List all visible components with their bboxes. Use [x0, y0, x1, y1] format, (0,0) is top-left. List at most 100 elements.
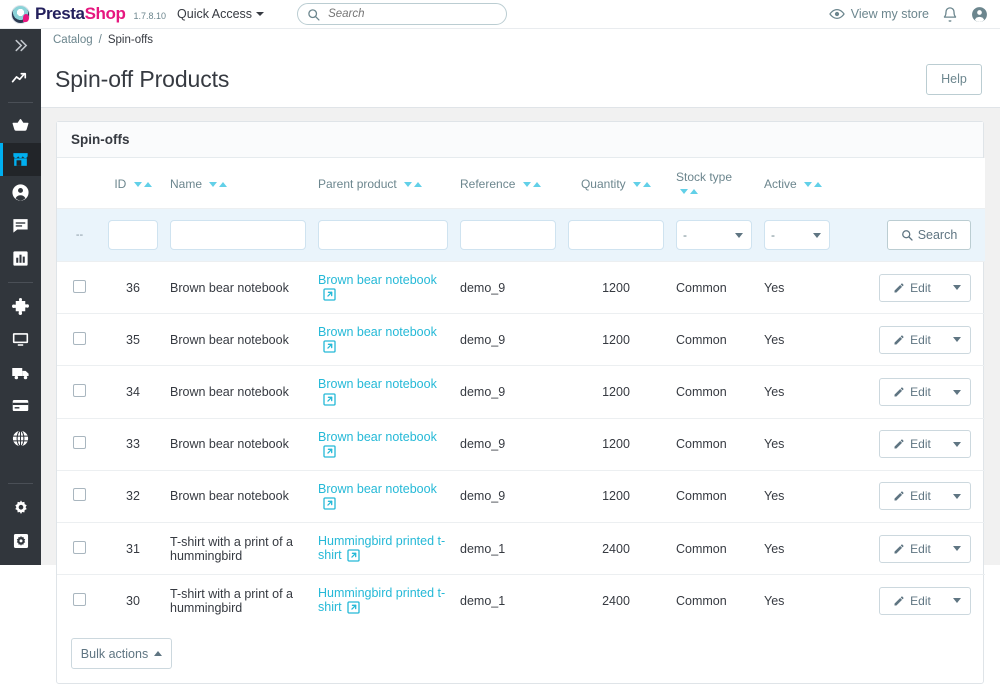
sort-controls-reference — [522, 182, 541, 188]
col-header-name[interactable]: Name — [164, 158, 312, 209]
sort-desc-icon[interactable] — [680, 189, 688, 195]
external-link-icon[interactable] — [322, 287, 337, 302]
sort-asc-icon[interactable] — [814, 182, 823, 188]
table-row[interactable]: 33 Brown bear notebook Brown bear notebook… — [57, 417, 985, 471]
parent-product-link[interactable]: Hummingbird printed t-shirt — [318, 534, 445, 562]
table-row[interactable]: 30 T-shirt with a print of a hummingbird H… — [57, 574, 985, 627]
view-my-store-link[interactable]: View my store — [828, 6, 929, 22]
sidebar-item-international[interactable] — [0, 422, 41, 455]
table-row[interactable]: 34 Brown bear notebook Brown bear notebook… — [57, 365, 985, 419]
filter-select-wrap-stock-type: - — [676, 220, 752, 250]
row-checkbox[interactable] — [73, 592, 86, 606]
sidebar-item-shop-parameters[interactable] — [0, 491, 41, 524]
bell-notification-icon[interactable] — [942, 6, 958, 23]
prestashop-logo-brand[interactable]: PrestaShop 1.7.8.10 — [11, 4, 166, 24]
filter-input-name[interactable] — [170, 220, 306, 250]
edit-button[interactable]: Edit — [879, 325, 971, 354]
parent-product-link[interactable]: Brown bear notebook — [318, 377, 437, 391]
col-header-active[interactable]: Active — [758, 158, 836, 209]
edit-button[interactable]: Edit — [879, 378, 971, 406]
table-row[interactable]: 35 Brown bear notebook Brown bear notebook… — [57, 313, 985, 366]
sidebar-item-catalog[interactable] — [0, 143, 41, 176]
filter-select-active[interactable]: - — [764, 220, 830, 250]
row-checkbox[interactable] — [73, 540, 86, 554]
sort-controls-name — [209, 182, 228, 188]
sidebar-item-dashboard[interactable] — [0, 62, 41, 95]
filter-input-parent-product[interactable] — [318, 220, 448, 250]
sort-asc-icon[interactable] — [143, 182, 152, 188]
row-actions-cell: Edit — [836, 365, 985, 419]
filter-input-id[interactable] — [108, 220, 158, 250]
external-link-icon[interactable] — [346, 600, 361, 615]
filter-input-reference[interactable] — [460, 220, 556, 250]
sidebar-item-shipping[interactable] — [0, 356, 41, 389]
sort-asc-icon[interactable] — [532, 182, 541, 188]
sidebar-item-customer-service[interactable] — [0, 209, 41, 242]
table-row[interactable]: 31 T-shirt with a print of a hummingbird H… — [57, 522, 985, 575]
sort-desc-icon[interactable] — [633, 182, 642, 188]
parent-product-link[interactable]: Brown bear notebook — [318, 430, 437, 444]
user-account-icon[interactable] — [971, 6, 988, 23]
col-header-quantity[interactable]: Quantity — [562, 158, 670, 209]
sort-desc-icon[interactable] — [133, 182, 142, 188]
edit-button[interactable]: Edit — [879, 534, 971, 563]
row-checkbox[interactable] — [73, 488, 86, 502]
external-link-icon[interactable] — [322, 339, 337, 354]
edit-dropdown-toggle[interactable] — [944, 588, 970, 614]
search-filter-button[interactable]: Search — [887, 220, 971, 250]
table-row[interactable]: 32 Brown bear notebook Brown bear notebook… — [57, 469, 985, 523]
global-search-input[interactable] — [326, 7, 498, 21]
external-link-icon[interactable] — [322, 496, 337, 511]
row-checkbox[interactable] — [73, 436, 86, 450]
sort-desc-icon[interactable] — [804, 182, 813, 188]
sidebar-item-advanced-parameters[interactable] — [0, 524, 41, 557]
parent-product-link[interactable]: Hummingbird printed t-shirt — [318, 586, 445, 614]
eye-icon — [828, 9, 845, 19]
sidebar-item-modules[interactable] — [0, 290, 41, 323]
table-row[interactable]: 36 Brown bear notebook Brown bear notebook… — [57, 260, 985, 314]
edit-dropdown-toggle[interactable] — [944, 431, 970, 457]
sort-asc-icon[interactable] — [414, 182, 423, 188]
row-checkbox[interactable] — [73, 384, 86, 397]
row-checkbox[interactable] — [73, 279, 86, 293]
sort-asc-icon[interactable] — [643, 182, 652, 188]
edit-button[interactable]: Edit — [879, 273, 971, 302]
sidebar-item-payment[interactable] — [0, 389, 41, 422]
sidebar-item-orders[interactable] — [0, 110, 41, 143]
sidebar-item-customers[interactable] — [0, 176, 41, 209]
global-search-box[interactable] — [297, 3, 508, 25]
col-header-id[interactable]: ID — [102, 158, 164, 209]
quick-access-menu[interactable]: Quick Access — [177, 7, 265, 21]
row-checkbox[interactable] — [73, 331, 86, 345]
sidebar-item-design[interactable] — [0, 323, 41, 356]
filter-select-stock-type[interactable]: - — [676, 220, 752, 250]
sort-asc-icon[interactable] — [690, 189, 698, 195]
help-button[interactable]: Help — [926, 63, 982, 95]
edit-button[interactable]: Edit — [879, 586, 971, 615]
parent-product-link[interactable]: Brown bear notebook — [318, 482, 437, 496]
edit-button[interactable]: Edit — [879, 430, 971, 459]
external-link-icon[interactable] — [322, 444, 337, 459]
edit-dropdown-toggle[interactable] — [944, 327, 970, 353]
external-link-icon[interactable] — [346, 548, 361, 563]
col-header-stock-type[interactable]: Stock type — [670, 158, 758, 209]
breadcrumb-parent[interactable]: Catalog — [53, 34, 93, 46]
edit-dropdown-toggle[interactable] — [944, 275, 970, 301]
edit-dropdown-toggle[interactable] — [944, 379, 970, 405]
edit-dropdown-toggle[interactable] — [944, 536, 970, 562]
sort-desc-icon[interactable] — [404, 182, 413, 188]
sort-asc-icon[interactable] — [219, 182, 228, 188]
filter-input-quantity[interactable] — [568, 220, 664, 250]
parent-product-link[interactable]: Brown bear notebook — [318, 325, 437, 339]
external-link-icon[interactable] — [322, 392, 337, 407]
col-header-parent-product[interactable]: Parent product — [312, 158, 454, 209]
sidebar-item-collapse-menu[interactable] — [0, 29, 41, 62]
edit-dropdown-toggle[interactable] — [944, 483, 970, 509]
sort-desc-icon[interactable] — [209, 182, 218, 188]
parent-product-link[interactable]: Brown bear notebook — [318, 273, 437, 287]
sidebar-item-stats[interactable] — [0, 242, 41, 275]
edit-button[interactable]: Edit — [879, 482, 971, 511]
sort-desc-icon[interactable] — [522, 182, 531, 188]
col-header-reference[interactable]: Reference — [454, 158, 562, 209]
bulk-actions-button[interactable]: Bulk actions — [71, 638, 172, 670]
